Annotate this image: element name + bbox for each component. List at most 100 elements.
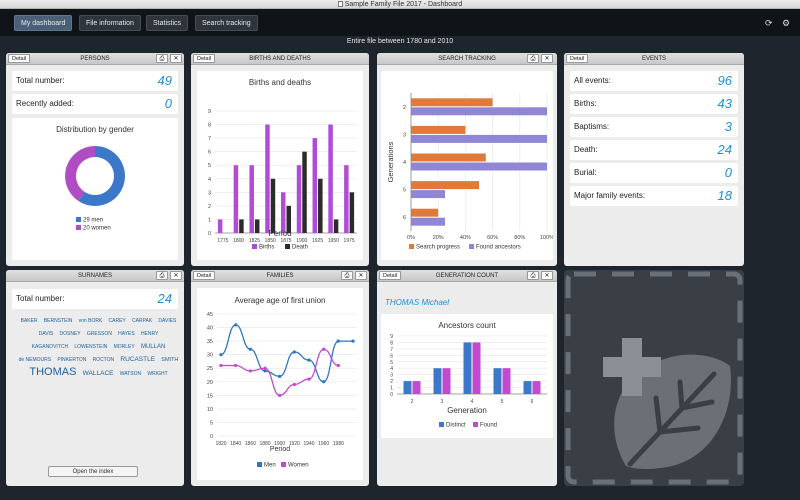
panel-header: Detail BIRTHS AND DEATHS [191, 53, 369, 65]
surname-tag[interactable]: GRESSON [87, 331, 112, 337]
x-tick-label: 20% [433, 235, 444, 241]
legend-swatch [76, 225, 81, 230]
settings-gear-icon[interactable]: ⚙ [782, 18, 790, 29]
surname-tag[interactable]: CARPAK [132, 318, 152, 324]
tab-search-tracking[interactable]: Search tracking [195, 15, 258, 31]
row-value: 0 [724, 165, 732, 180]
y-tick-label: 6 [390, 353, 393, 359]
surname-tag[interactable]: SMITH [161, 357, 178, 363]
surname-tag[interactable]: de NEMOURS [19, 357, 52, 363]
surname-tag[interactable]: RUCASTLE [120, 356, 155, 363]
refresh-icon[interactable]: ⟳ [765, 18, 773, 29]
bar-search-progress [411, 153, 486, 162]
close-icon[interactable]: ✕ [541, 54, 553, 63]
bar-found [502, 368, 511, 394]
close-icon[interactable]: ✕ [541, 271, 553, 280]
families-panel: Detail FAMILIES ⎙ ✕ Average age of first… [191, 270, 369, 486]
point-men [248, 347, 252, 351]
surname-tag[interactable]: WALLACE [83, 370, 114, 377]
families-chart-card: Average age of first union 0 5 10 15 20 25 30 3… [197, 288, 363, 480]
event-row: Baptisms: 3 [570, 117, 738, 137]
export-icon[interactable]: ⎙ [527, 271, 539, 280]
open-index-button[interactable]: Open the index [48, 466, 138, 477]
row-label: Burial: [574, 168, 597, 177]
export-icon[interactable]: ⎙ [156, 271, 168, 280]
surname-tag[interactable]: DAVIS [39, 331, 54, 337]
close-icon[interactable]: ✕ [355, 271, 367, 280]
legend-women: 20 women [76, 225, 111, 232]
surname-tag[interactable]: HAYES [118, 331, 135, 337]
point-women [219, 363, 223, 368]
surname-tag[interactable]: KAGANOVITCH [32, 344, 68, 350]
search-tracking-panel: SEARCH TRACKING ⎙ ✕ 0% 20% 40% 60% 80% 100% 2 3… [377, 53, 557, 266]
tab-statistics[interactable]: Statistics [146, 15, 189, 31]
bar-search-progress [411, 98, 493, 107]
surname-tag[interactable]: BERNSTEIN [44, 318, 73, 324]
detail-button[interactable]: Detail [566, 54, 589, 63]
bar-births [296, 165, 302, 233]
export-icon[interactable]: ⎙ [527, 54, 539, 63]
surname-tag[interactable]: MORLEY [114, 344, 135, 350]
surname-tag[interactable]: WATSON [120, 371, 141, 377]
line-women [221, 348, 339, 396]
y-tick-label: 5 [208, 163, 211, 169]
row-value: 49 [157, 73, 172, 88]
y-tick-label: 4 [403, 160, 406, 166]
legend-men: Men [257, 462, 276, 469]
tab-my-dashboard[interactable]: My dashboard [14, 15, 73, 31]
panel-header: Detail GENERATION COUNT ⎙ ✕ [377, 270, 557, 282]
surname-tag[interactable]: CAREY [109, 318, 126, 324]
legend-men: 29 men [76, 217, 103, 224]
event-row: Births: 43 [570, 94, 738, 114]
legend-women: Women [281, 462, 309, 469]
y-tick-label: 4 [390, 366, 393, 372]
y-tick-label: 5 [210, 420, 213, 426]
close-icon[interactable]: ✕ [170, 54, 182, 63]
point-men [351, 339, 355, 343]
surname-tag[interactable]: ROCTON [93, 357, 115, 363]
detail-button[interactable]: Detail [193, 54, 216, 63]
y-tick-label: 40 [207, 326, 213, 332]
x-tick-label: 1775 [217, 238, 228, 244]
surname-tag[interactable]: THOMAS [29, 366, 76, 378]
event-row: Major family events: 18 [570, 186, 738, 206]
y-tick-label: 1 [390, 386, 393, 392]
detail-button[interactable]: Detail [8, 54, 31, 63]
legend-label: Men [264, 462, 276, 469]
y-tick-label: 30 [207, 353, 213, 359]
surname-tag[interactable]: MULLAN [141, 344, 165, 350]
x-tick-label: 40% [460, 235, 471, 241]
y-tick-label: 7 [208, 136, 211, 142]
add-panel-placeholder[interactable] [564, 270, 744, 486]
y-tick-label: 15 [207, 393, 213, 399]
root-person-link[interactable]: THOMAS Michael [385, 298, 449, 307]
detail-button[interactable]: Detail [379, 271, 402, 280]
legend-swatch [439, 422, 444, 427]
export-icon[interactable]: ⎙ [341, 271, 353, 280]
surname-tag[interactable]: von BORK [79, 318, 103, 324]
legend-found: Found [473, 422, 497, 429]
close-icon[interactable]: ✕ [170, 271, 182, 280]
surname-tag[interactable]: DOSNEY [60, 331, 81, 337]
persons-panel: Detail PERSONS ⎙ ✕ Total number: 49 Rece… [6, 53, 184, 266]
tab-file-information[interactable]: File information [79, 15, 141, 31]
surname-tag[interactable]: LOWENSTEIN [74, 344, 107, 350]
bar-births [233, 165, 239, 233]
row-value: 43 [717, 96, 732, 111]
panel-title: SURNAMES [77, 273, 112, 279]
surname-tag[interactable]: WRIGHT [147, 371, 167, 377]
y-axis-label: Generations [386, 141, 395, 182]
detail-button[interactable]: Detail [193, 271, 216, 280]
y-tick-label: 1 [208, 217, 211, 223]
panel-title: EVENTS [641, 56, 666, 62]
export-icon[interactable]: ⎙ [156, 54, 168, 63]
surname-tag[interactable]: PINKERTON [57, 357, 86, 363]
surname-tag[interactable]: DAVIES [158, 318, 176, 324]
bar-found-ancestors [411, 162, 547, 171]
surname-tag[interactable]: HENRY [141, 331, 158, 337]
point-women [292, 382, 296, 387]
point-women [234, 363, 238, 368]
bar-found [442, 368, 451, 394]
surname-tag[interactable]: BAKER [21, 318, 38, 324]
legend-label: Search progress [416, 244, 461, 251]
